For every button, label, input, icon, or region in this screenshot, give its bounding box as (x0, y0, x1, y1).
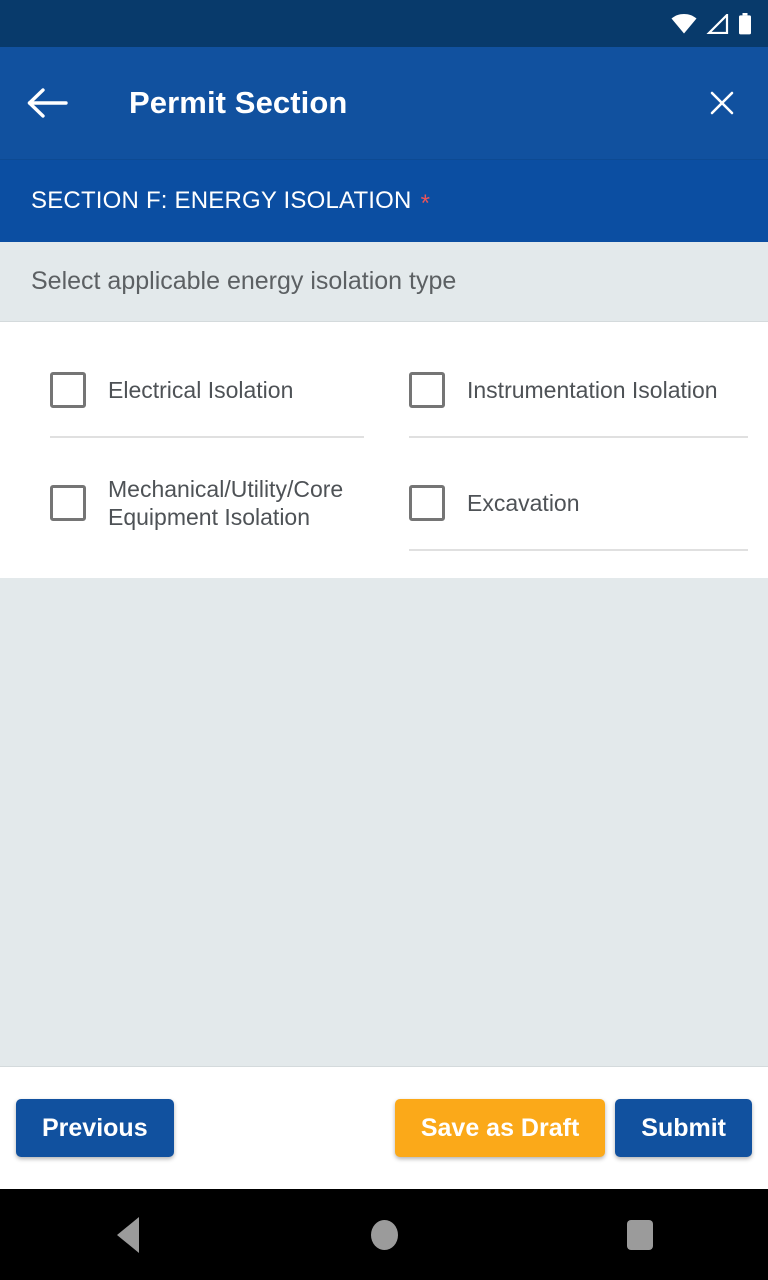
options-card: Electrical Isolation Instrumentation Iso… (0, 322, 768, 578)
android-nav-bar (0, 1189, 768, 1280)
nav-home-icon (370, 1219, 398, 1250)
prompt-band: Select applicable energy isolation type (0, 242, 768, 322)
option-divider (50, 549, 364, 551)
nav-recents-icon (627, 1219, 653, 1250)
checkbox-row[interactable]: Mechanical/Utility/Core Equipment Isolat… (50, 457, 364, 549)
nav-recents-button[interactable] (580, 1189, 700, 1280)
checkbox-mechanical-utility-core-equipment-isolation[interactable] (50, 485, 86, 521)
cellular-signal-icon (706, 13, 729, 34)
status-bar (0, 0, 768, 47)
wifi-icon (671, 13, 697, 33)
option-label: Excavation (467, 490, 580, 516)
option-divider (50, 436, 364, 438)
option-cell-mechanical-utility-core-equipment-isolation: Mechanical/Utility/Core Equipment Isolat… (0, 457, 384, 570)
option-cell-excavation: Excavation (384, 457, 768, 570)
option-cell-instrumentation-isolation: Instrumentation Isolation (384, 344, 768, 457)
section-header: SECTION F: ENERGY ISOLATION * (0, 160, 768, 242)
back-button[interactable] (26, 78, 76, 128)
prompt-text: Select applicable energy isolation type (31, 267, 457, 295)
close-button[interactable] (698, 79, 746, 127)
option-divider (409, 436, 748, 438)
content-filler-area (0, 578, 768, 1067)
option-cell-electrical-isolation: Electrical Isolation (0, 344, 384, 457)
nav-back-button[interactable] (68, 1189, 188, 1280)
options-grid: Electrical Isolation Instrumentation Iso… (0, 344, 768, 570)
footer-action-bar: Previous Save as Draft Submit (0, 1067, 768, 1189)
previous-button[interactable]: Previous (16, 1099, 174, 1157)
footer-right-group: Save as Draft Submit (394, 1099, 752, 1157)
page-title: Permit Section (129, 85, 348, 120)
nav-back-icon (117, 1216, 139, 1253)
required-asterisk: * (420, 190, 430, 217)
option-label: Mechanical/Utility/Core Equipment Isolat… (108, 476, 344, 530)
submit-button[interactable]: Submit (615, 1099, 752, 1157)
checkbox-excavation[interactable] (409, 485, 445, 521)
option-label: Instrumentation Isolation (467, 377, 718, 403)
checkbox-electrical-isolation[interactable] (50, 372, 86, 408)
option-divider (409, 549, 748, 551)
status-bar-icons (671, 12, 752, 35)
save-as-draft-button[interactable]: Save as Draft (394, 1099, 606, 1157)
app-screen: Permit Section SECTION F: ENERGY ISOLATI… (0, 0, 768, 1280)
checkbox-row[interactable]: Instrumentation Isolation (409, 344, 748, 436)
app-bar: Permit Section (0, 47, 768, 160)
nav-home-button[interactable] (324, 1189, 444, 1280)
option-label: Electrical Isolation (108, 377, 294, 403)
checkbox-row[interactable]: Excavation (409, 457, 748, 549)
section-title: SECTION F: ENERGY ISOLATION (31, 187, 412, 214)
close-icon (710, 91, 734, 115)
checkbox-instrumentation-isolation[interactable] (409, 372, 445, 408)
battery-icon (739, 12, 751, 34)
checkbox-row[interactable]: Electrical Isolation (50, 344, 364, 436)
back-arrow-icon (27, 88, 68, 118)
